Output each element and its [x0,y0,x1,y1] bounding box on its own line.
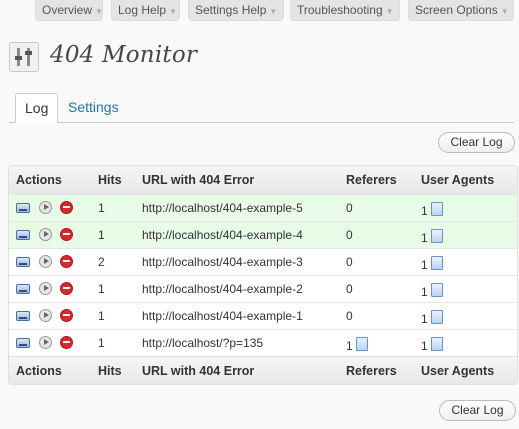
tab-log[interactable]: Log [15,93,58,123]
help-tab-label: Settings Help [195,3,267,17]
triangle-down-icon: ▼ [169,7,177,16]
column-footer-url[interactable]: URL with 404 Error [142,357,254,384]
help-tab-overview[interactable]: Overview ▼ [35,0,103,21]
table-row: 1 http://localhost/?p=135 1 1 [9,329,517,356]
referers-count: 0 [346,201,353,215]
url-value: http://localhost/?p=135 [142,336,264,350]
triangle-down-icon: ▼ [500,7,509,16]
referers-count: 0 [346,228,353,242]
triangle-down-icon: ▼ [385,7,394,16]
column-footer-referers[interactable]: Referers [346,357,397,384]
table-row: 1 http://localhost/404-example-5 0 1 [9,194,517,221]
redirect-icon[interactable] [16,338,30,348]
delete-icon[interactable] [60,201,73,214]
hits-value: 1 [98,309,105,323]
redirect-icon[interactable] [16,230,30,240]
table-row: 1 http://localhost/404-example-2 0 1 [9,275,517,302]
referers-value: 0 [346,249,353,276]
table-header-row: Actions Hits URL with 404 Error Referers… [9,166,517,194]
url-value: http://localhost/404-example-1 [142,309,303,323]
help-tab-label: Log Help [118,3,167,17]
document-icon[interactable] [430,337,443,351]
help-tab-label: Screen Options [415,3,498,17]
hits-value: 1 [98,201,105,215]
tab-settings[interactable]: Settings [59,93,128,122]
redirect-icon[interactable] [16,311,30,321]
document-icon[interactable] [430,256,443,270]
hits-value: 1 [98,228,105,242]
play-icon[interactable] [39,282,52,295]
column-header-hits[interactable]: Hits [98,166,122,194]
referers-value: 0 [346,303,353,330]
tab-divider [9,122,514,123]
column-header-url[interactable]: URL with 404 Error [142,166,254,194]
document-icon[interactable] [430,229,443,243]
play-icon[interactable] [39,228,52,241]
column-footer-actions: Actions [16,364,62,378]
play-icon[interactable] [39,336,52,349]
triangle-down-icon: ▼ [269,7,278,16]
column-header-referers[interactable]: Referers [346,166,397,194]
document-icon[interactable] [430,202,443,216]
redirect-icon[interactable] [16,257,30,267]
help-tab-screen-options[interactable]: Screen Options ▼ [408,0,514,21]
referers-count: 0 [346,309,353,323]
referers-count: 0 [346,282,353,296]
table-footer-row: Actions Hits URL with 404 Error Referers… [9,356,517,384]
help-tab-settings-help[interactable]: Settings Help ▼ [188,0,284,21]
clear-log-button-bottom[interactable]: Clear Log [439,400,516,421]
settings-sliders-icon [9,42,39,72]
document-icon[interactable] [430,310,443,324]
document-icon[interactable] [355,337,368,351]
url-value: http://localhost/404-example-5 [142,201,303,215]
page-title: 404 Monitor [50,42,198,68]
delete-icon[interactable] [60,282,73,295]
help-tab-log-help[interactable]: Log Help ▼ [111,0,180,21]
hits-value: 1 [98,336,105,350]
referers-value: 0 [346,276,353,303]
delete-icon[interactable] [60,309,73,322]
url-value: http://localhost/404-example-4 [142,228,303,242]
delete-icon[interactable] [60,255,73,268]
redirect-icon[interactable] [16,284,30,294]
help-tab-label: Overview [42,3,93,17]
play-icon[interactable] [39,309,52,322]
referers-value: 0 [346,195,353,222]
column-header-user-agents[interactable]: User Agents [421,166,494,194]
table-row: 1 http://localhost/404-example-4 0 1 [9,221,517,248]
log-table: Actions Hits URL with 404 Error Referers… [8,165,518,385]
delete-icon[interactable] [60,336,73,349]
url-value: http://localhost/404-example-3 [142,255,303,269]
play-icon[interactable] [39,201,52,214]
column-footer-hits[interactable]: Hits [98,357,122,384]
table-row: 2 http://localhost/404-example-3 0 1 [9,248,517,275]
referers-count: 0 [346,255,353,269]
triangle-down-icon: ▼ [95,7,103,16]
delete-icon[interactable] [60,228,73,241]
hits-value: 1 [98,282,105,296]
url-value: http://localhost/404-example-2 [142,282,303,296]
help-tab-label: Troubleshooting [297,3,383,17]
help-tab-troubleshooting[interactable]: Troubleshooting ▼ [290,0,400,21]
column-header-actions: Actions [16,173,62,187]
table-row: 1 http://localhost/404-example-1 0 1 [9,302,517,329]
document-icon[interactable] [430,283,443,297]
clear-log-button[interactable]: Clear Log [438,132,515,153]
referers-value: 0 [346,222,353,249]
column-footer-user-agents[interactable]: User Agents [421,357,494,384]
play-icon[interactable] [39,255,52,268]
hits-value: 2 [98,255,105,269]
redirect-icon[interactable] [16,203,30,213]
